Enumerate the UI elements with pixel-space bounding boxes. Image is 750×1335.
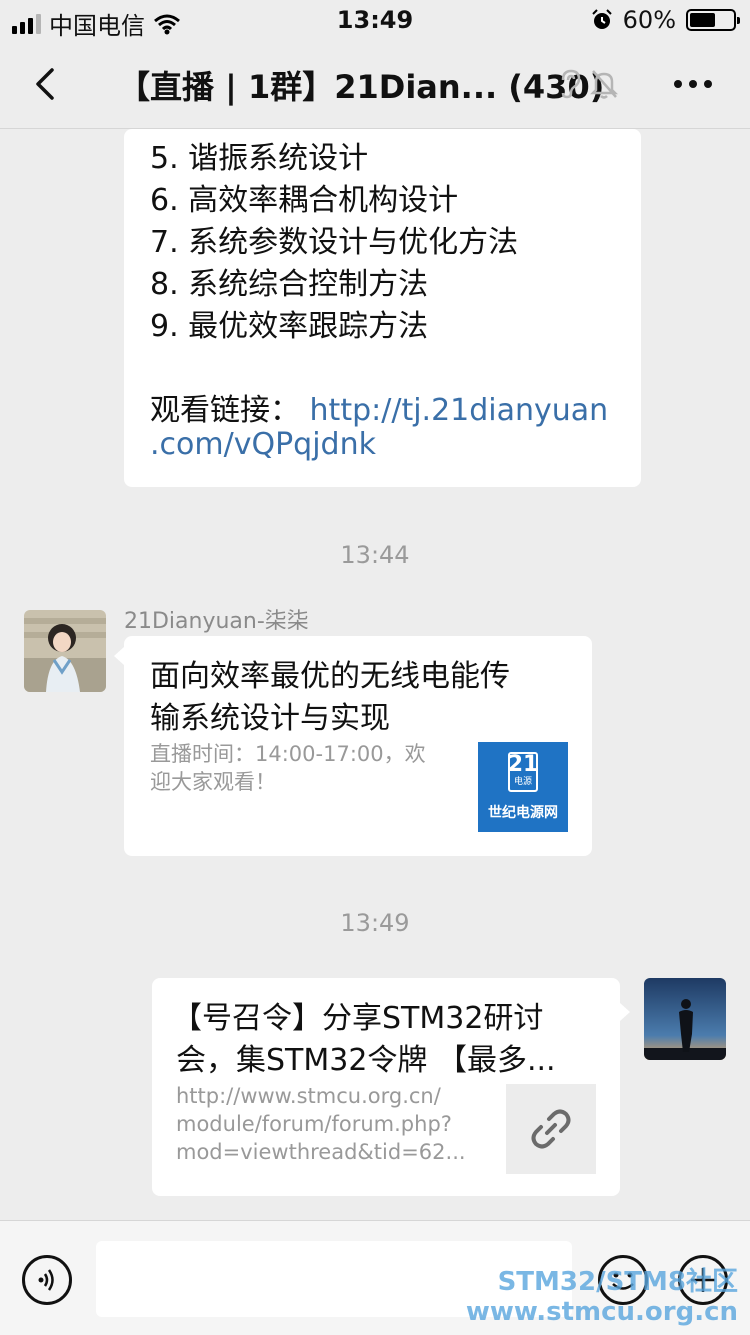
watermark-line2: www.stmcu.org.cn xyxy=(465,1297,738,1327)
logo-number: 21 xyxy=(507,752,539,777)
alarm-icon xyxy=(591,9,612,29)
logo-text: 世纪电源网 xyxy=(488,805,558,821)
timestamp: 13:44 xyxy=(340,541,410,569)
avatar[interactable] xyxy=(24,610,106,692)
battery-percent: 60% xyxy=(622,6,676,34)
battery-icon xyxy=(686,9,740,31)
list-item: 6. 高效率耦合机构设计 xyxy=(150,183,459,218)
input-bar: STM32/STM8社区 www.stmcu.org.cn xyxy=(0,1220,750,1335)
card-description-line2: 迎大家观看！ xyxy=(150,770,276,794)
back-icon[interactable] xyxy=(28,64,68,104)
voice-icon[interactable] xyxy=(22,1255,72,1305)
card-title: 【号召令】分享STM32研讨 xyxy=(172,1001,544,1036)
card-description: 直播时间：14:00-17:00，欢 xyxy=(150,742,426,766)
article-card-live[interactable]: 面向效率最优的无线电能传 输系统设计与实现 直播时间：14:00-17:00，欢… xyxy=(124,636,592,856)
card-url-line3: mod=viewthread&tid=62... xyxy=(176,1140,466,1164)
more-icon[interactable] xyxy=(674,80,712,88)
ear-icon xyxy=(561,69,581,99)
my-avatar[interactable] xyxy=(644,978,726,1060)
watch-link[interactable]: http://tj.21dianyuan xyxy=(310,393,609,428)
card-title-line2: 会，集STM32令牌 【最多... xyxy=(176,1043,556,1078)
list-item: 7. 系统参数设计与优化方法 xyxy=(150,225,519,260)
watch-link-continued[interactable]: .com/vQPqjdnk xyxy=(150,427,376,462)
timestamp: 13:49 xyxy=(340,909,410,937)
watermark: STM32/STM8社区 www.stmcu.org.cn xyxy=(466,1267,738,1327)
status-right: 60% xyxy=(591,6,740,34)
message-bubble-course-list[interactable]: 5. 谐振系统设计 6. 高效率耦合机构设计 7. 系统参数设计与优化方法 8.… xyxy=(124,129,641,487)
card-title-line2: 输系统设计与实现 xyxy=(150,701,390,736)
status-bar: 中国电信 13:49 60% xyxy=(0,0,750,40)
card-thumbnail-logo: 21 电源 世纪电源网 xyxy=(478,742,568,832)
bubble-tail xyxy=(620,1003,630,1021)
bubble-tail xyxy=(114,647,124,665)
link-icon xyxy=(531,1109,571,1149)
chat-header: 【直播 | 1群】21Dian... (430) xyxy=(0,40,750,129)
watermark-line1: STM32/STM8社区 xyxy=(497,1267,738,1297)
list-item: 5. 谐振系统设计 xyxy=(150,141,369,176)
card-url: http://www.stmcu.org.cn/ xyxy=(176,1084,441,1108)
link-label: 观看链接： xyxy=(150,393,300,428)
card-title: 面向效率最优的无线电能传 xyxy=(150,659,510,694)
logo-small-text: 电源 xyxy=(513,777,532,787)
link-row: 观看链接： http://tj.21dianyuan xyxy=(150,385,608,429)
sender-name: 21Dianyuan-柒柒 xyxy=(124,609,309,634)
link-thumbnail xyxy=(506,1084,596,1174)
list-item: 9. 最优效率跟踪方法 xyxy=(150,309,429,344)
card-url-line2: module/forum/forum.php? xyxy=(176,1112,452,1136)
chat-title: 【直播 | 1群】21Dian... (430) xyxy=(118,68,605,106)
mute-bell-icon xyxy=(590,70,618,99)
list-item: 8. 系统综合控制方法 xyxy=(150,267,429,302)
chat-area[interactable]: 5. 谐振系统设计 6. 高效率耦合机构设计 7. 系统参数设计与优化方法 8.… xyxy=(0,129,750,1219)
link-card-stm32[interactable]: 【号召令】分享STM32研讨 会，集STM32令牌 【最多... http://… xyxy=(152,978,620,1196)
